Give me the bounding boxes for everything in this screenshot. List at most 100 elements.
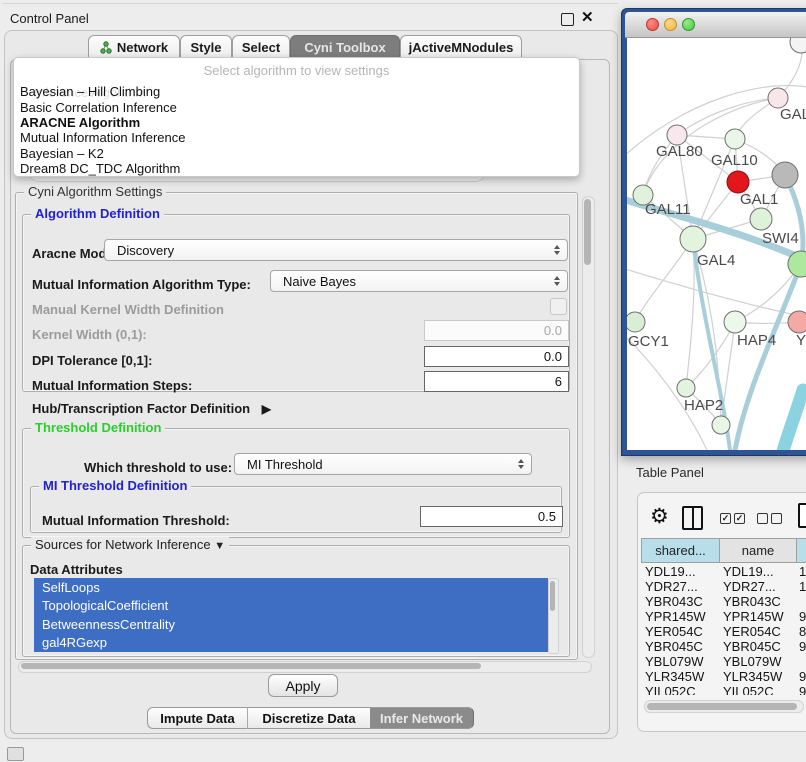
which-threshold-select[interactable]: MI Threshold: [234, 453, 532, 475]
algorithm-definition-title: Algorithm Definition: [31, 206, 164, 221]
manual-kernel-checkbox[interactable]: [550, 298, 567, 315]
node-gal10[interactable]: [725, 129, 745, 149]
hub-definition-expander[interactable]: Hub/Transcription Factor Definition ▶: [32, 401, 271, 416]
algorithm-option-selected[interactable]: ARACNE Algorithm: [14, 115, 579, 130]
list-scrollbar-thumb[interactable]: [550, 581, 555, 611]
node-gal1[interactable]: [750, 208, 772, 230]
dpi-tolerance-field[interactable]: 0.0: [424, 346, 569, 367]
kernel-width-field[interactable]: 0.0: [424, 320, 569, 341]
tab-discretize-data-label: Discretize Data: [262, 711, 355, 726]
list-item-selected[interactable]: BetweennessCentrality: [34, 615, 548, 634]
zoom-traffic-icon[interactable]: [682, 18, 695, 31]
algorithm-dropdown-popup: Select algorithm to view settings Infere…: [13, 57, 580, 177]
tab-network-label: Network: [117, 40, 168, 55]
close-traffic-icon[interactable]: [646, 18, 659, 31]
dpi-tolerance-label: DPI Tolerance [0,1]:: [32, 353, 152, 368]
node-salmon[interactable]: [788, 311, 806, 333]
mi-type-value: Naive Bayes: [283, 274, 356, 289]
table-hscrollbar[interactable]: [644, 700, 804, 713]
apply-button[interactable]: Apply: [268, 674, 338, 697]
settings-hscrollbar[interactable]: [18, 661, 592, 673]
tab-jactivemnodules-label: jActiveMNodules: [409, 40, 514, 55]
tab-style[interactable]: Style: [180, 35, 232, 59]
collapse-arrow-icon: ▼: [214, 540, 225, 552]
node-hap2[interactable]: [677, 379, 695, 397]
cell-name: YLR345W: [723, 669, 782, 684]
minimize-traffic-icon[interactable]: [664, 18, 677, 31]
node-label: HAP4: [737, 332, 776, 349]
tab-impute-data[interactable]: Impute Data: [147, 707, 247, 729]
list-scrollbar[interactable]: [548, 578, 559, 654]
collapsed-panel-icon[interactable]: [7, 747, 24, 761]
mi-steps-label: Mutual Information Steps:: [32, 378, 192, 393]
close-icon[interactable]: ✕: [581, 8, 594, 26]
cell-value: 13: [799, 564, 806, 579]
new-table-icon[interactable]: [798, 503, 806, 528]
tab-cyni-toolbox[interactable]: Cyni Toolbox: [290, 35, 400, 59]
tab-infer-network[interactable]: Infer Network: [370, 707, 474, 729]
settings-scrollbar[interactable]: [582, 196, 595, 658]
tab-network[interactable]: Network: [88, 35, 180, 59]
top-divider: [2, 3, 618, 4]
select-all-checkbox-icon[interactable]: ✓: [720, 513, 731, 524]
node-gcy1[interactable]: [627, 312, 645, 332]
table-panel-title: Table Panel: [636, 465, 704, 480]
column-header-partial[interactable]: [796, 538, 806, 563]
node-label: GAL1: [740, 191, 778, 208]
deselect-all-checkbox-icon[interactable]: [771, 513, 782, 524]
aracne-mode-select[interactable]: Discovery: [104, 239, 568, 261]
node-bottom-partial[interactable]: [712, 416, 730, 434]
tab-discretize-data[interactable]: Discretize Data: [248, 707, 370, 729]
manual-kernel-label: Manual Kernel Width Definition: [32, 302, 224, 317]
mi-threshold-group-title: MI Threshold Definition: [39, 478, 191, 493]
apply-button-label: Apply: [285, 678, 320, 694]
node-gray[interactable]: [772, 162, 798, 188]
node-label: SWI4: [762, 230, 799, 247]
algorithm-option[interactable]: Bayesian – Hill Climbing: [14, 84, 579, 99]
node-hap4[interactable]: [724, 311, 746, 333]
tab-jactivemnodules[interactable]: jActiveMNodules: [400, 35, 522, 59]
settings-hscrollbar-thumb[interactable]: [21, 663, 481, 669]
column-header-name[interactable]: name: [719, 538, 797, 563]
node-gal-partial[interactable]: [768, 88, 788, 108]
algorithm-option[interactable]: Bayesian – K2: [14, 146, 579, 161]
cell-value: 9.: [799, 639, 806, 654]
algorithm-option[interactable]: Mutual Information Inference: [14, 130, 579, 145]
list-item-selected[interactable]: gal4RGexp: [34, 634, 548, 653]
algorithm-option[interactable]: Basic Correlation Inference: [14, 99, 579, 114]
stepper-icon: [554, 245, 560, 255]
list-item-selected[interactable]: TopologicalCoefficient: [34, 597, 548, 616]
mi-threshold-field[interactable]: 0.5: [420, 506, 563, 527]
mi-type-select[interactable]: Naive Bayes: [270, 270, 568, 292]
select-all-checkbox-icon[interactable]: ✓: [734, 513, 745, 524]
cell-shared: YDL19...: [645, 564, 696, 579]
which-threshold-value: MI Threshold: [247, 457, 323, 472]
tab-style-label: Style: [190, 40, 221, 55]
tab-infer-network-label: Infer Network: [380, 711, 463, 726]
settings-scrollbar-thumb[interactable]: [584, 199, 591, 265]
deselect-all-checkbox-icon[interactable]: [757, 513, 768, 524]
node-red[interactable]: [727, 171, 749, 193]
table-hscrollbar-thumb[interactable]: [647, 703, 797, 710]
column-header-shared-label: shared...: [655, 543, 706, 558]
node-top-partial[interactable]: [790, 38, 806, 53]
float-panel-icon[interactable]: [561, 13, 574, 26]
which-threshold-label: Which threshold to use:: [84, 460, 232, 475]
table-body[interactable]: YDL19...YDL19...13 YDR27...YDR27...12 YB…: [641, 563, 806, 695]
column-header-name-label: name: [742, 543, 775, 558]
aracne-mode-value: Discovery: [117, 243, 174, 258]
tab-select[interactable]: Select: [232, 35, 290, 59]
split-columns-icon[interactable]: [682, 506, 703, 530]
node-label: Y: [796, 332, 806, 349]
list-item-selected[interactable]: SelfLoops: [34, 578, 548, 597]
algorithm-option[interactable]: Dream8 DC_TDC Algorithm: [14, 161, 579, 176]
sources-group-title[interactable]: Sources for Network Inference ▼: [31, 537, 229, 552]
node-gal4[interactable]: [680, 226, 706, 252]
gear-icon[interactable]: ⚙: [650, 504, 669, 529]
cell-name: YBR043C: [723, 594, 781, 609]
node-gal80[interactable]: [667, 125, 687, 145]
column-header-shared[interactable]: shared...: [641, 538, 720, 563]
mi-steps-field[interactable]: 6: [424, 371, 569, 392]
cell-shared: YPR145W: [645, 609, 706, 624]
network-window-titlebar[interactable]: [625, 12, 806, 38]
